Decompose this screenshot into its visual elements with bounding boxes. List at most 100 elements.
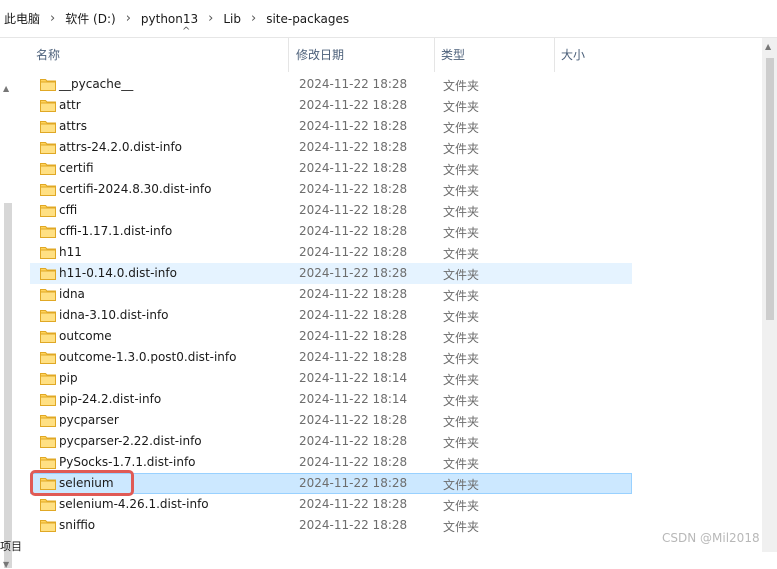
file-modified-date: 2024-11-22 18:14 <box>299 371 408 385</box>
folder-icon <box>40 226 56 238</box>
file-type: 文件夹 <box>443 436 480 450</box>
list-item[interactable]: attr 2024-11-22 18:28 文件夹 <box>30 95 632 116</box>
list-item[interactable]: certifi-2024.8.30.dist-info 2024-11-22 18… <box>30 179 632 200</box>
vertical-scrollbar[interactable]: ▲ <box>762 38 777 552</box>
file-type: 文件夹 <box>443 331 480 345</box>
file-type: 文件夹 <box>443 163 480 177</box>
scroll-down-icon[interactable]: ▼ <box>3 560 9 569</box>
file-name: outcome <box>59 329 112 343</box>
column-header-row: ^ 名称 修改日期 类型 大小 <box>30 26 752 72</box>
list-item[interactable]: attrs 2024-11-22 18:28 文件夹 <box>30 116 632 137</box>
list-item[interactable]: pip 2024-11-22 18:14 文件夹 <box>30 368 632 389</box>
vertical-scroll-thumb[interactable] <box>766 58 774 320</box>
file-type: 文件夹 <box>443 394 480 408</box>
file-name: pip <box>59 371 78 385</box>
file-type: 文件夹 <box>443 310 480 324</box>
file-modified-date: 2024-11-22 18:28 <box>299 119 408 133</box>
list-item[interactable]: h11 2024-11-22 18:28 文件夹 <box>30 242 632 263</box>
file-modified-date: 2024-11-22 18:28 <box>299 77 408 91</box>
file-name: outcome-1.3.0.post0.dist-info <box>59 350 237 364</box>
file-type: 文件夹 <box>443 415 480 429</box>
column-header-name[interactable]: 名称 <box>30 38 289 72</box>
list-item[interactable]: PySocks-1.7.1.dist-info 2024-11-22 18:28 文… <box>30 452 632 473</box>
folder-icon <box>40 247 56 259</box>
file-name: cffi-1.17.1.dist-info <box>59 224 173 238</box>
folder-icon <box>40 184 56 196</box>
file-modified-date: 2024-11-22 18:28 <box>299 224 408 238</box>
list-item[interactable]: pycparser-2.22.dist-info 2024-11-22 18:28… <box>30 431 632 452</box>
navigation-pane-scroll-thumb[interactable] <box>4 203 12 568</box>
file-name: h11 <box>59 245 82 259</box>
file-name: __pycache__ <box>59 77 134 91</box>
file-type: 文件夹 <box>443 289 480 303</box>
breadcrumb-item-python13[interactable]: python13 <box>141 12 198 26</box>
file-modified-date: 2024-11-22 18:28 <box>299 329 408 343</box>
breadcrumb-item-site-packages[interactable]: site-packages <box>266 12 349 26</box>
file-modified-date: 2024-11-22 18:28 <box>299 182 408 196</box>
folder-icon <box>40 268 56 280</box>
list-item[interactable]: outcome-1.3.0.post0.dist-info 2024-11-22 … <box>30 347 632 368</box>
breadcrumb-chevron-icon[interactable]: › <box>50 11 55 26</box>
folder-icon <box>40 415 56 427</box>
breadcrumb-item-lib[interactable]: Lib <box>223 12 241 26</box>
file-type: 文件夹 <box>443 352 480 366</box>
folder-icon <box>40 457 56 469</box>
file-name: selenium <box>59 476 114 490</box>
folder-icon <box>40 79 56 91</box>
list-item[interactable]: selenium 2024-11-22 18:28 文件夹 <box>30 473 632 494</box>
file-type: 文件夹 <box>443 520 480 534</box>
list-item[interactable]: selenium-4.26.1.dist-info 2024-11-22 18:2… <box>30 494 632 515</box>
folder-icon <box>40 373 56 385</box>
file-name: h11-0.14.0.dist-info <box>59 266 177 280</box>
folder-icon <box>40 436 56 448</box>
folder-icon <box>40 499 56 511</box>
list-item[interactable]: idna-3.10.dist-info 2024-11-22 18:28 文件夹 <box>30 305 632 326</box>
list-item[interactable]: certifi 2024-11-22 18:28 文件夹 <box>30 158 632 179</box>
breadcrumb-chevron-icon[interactable]: › <box>208 11 213 26</box>
column-header-modified[interactable]: 修改日期 <box>290 38 435 72</box>
column-header-type[interactable]: 类型 <box>435 38 555 72</box>
folder-icon <box>40 520 56 532</box>
list-item[interactable]: pip-24.2.dist-info 2024-11-22 18:14 文件夹 <box>30 389 632 410</box>
list-item[interactable]: pycparser 2024-11-22 18:28 文件夹 <box>30 410 632 431</box>
scroll-up-icon[interactable]: ▲ <box>765 42 771 51</box>
list-item[interactable]: cffi-1.17.1.dist-info 2024-11-22 18:28 文件夹 <box>30 221 632 242</box>
file-modified-date: 2024-11-22 18:28 <box>299 497 408 511</box>
breadcrumb-chevron-icon[interactable]: › <box>126 11 131 26</box>
file-modified-date: 2024-11-22 18:28 <box>299 434 408 448</box>
file-name: pycparser <box>59 413 119 427</box>
file-type: 文件夹 <box>443 100 480 114</box>
column-header-size[interactable]: 大小 <box>555 38 655 72</box>
breadcrumb-chevron-icon[interactable]: › <box>251 11 256 26</box>
file-modified-date: 2024-11-22 18:28 <box>299 161 408 175</box>
list-item[interactable]: outcome 2024-11-22 18:28 文件夹 <box>30 326 632 347</box>
list-item[interactable]: cffi 2024-11-22 18:28 文件夹 <box>30 200 632 221</box>
list-item[interactable]: __pycache__ 2024-11-22 18:28 文件夹 <box>30 74 632 95</box>
scroll-up-icon[interactable]: ▲ <box>3 84 9 93</box>
list-item[interactable]: idna 2024-11-22 18:28 文件夹 <box>30 284 632 305</box>
file-type: 文件夹 <box>443 205 480 219</box>
folder-icon <box>40 478 56 490</box>
file-name: idna <box>59 287 85 301</box>
breadcrumb-item-drive-d[interactable]: 软件 (D:) <box>65 10 115 27</box>
file-modified-date: 2024-11-22 18:28 <box>299 245 408 259</box>
list-item[interactable]: h11-0.14.0.dist-info 2024-11-22 18:28 文件夹 <box>30 263 632 284</box>
folder-icon <box>40 205 56 217</box>
folder-icon <box>40 394 56 406</box>
file-name: attrs <box>59 119 87 133</box>
folder-icon <box>40 289 56 301</box>
file-name: pip-24.2.dist-info <box>59 392 162 406</box>
file-name: sniffio <box>59 518 96 532</box>
list-item[interactable]: sniffio 2024-11-22 18:28 文件夹 <box>30 515 632 536</box>
address-bar[interactable]: 此电脑 › 软件 (D:) › python13 › Lib › site-pa… <box>0 0 777 38</box>
file-type: 文件夹 <box>443 226 480 240</box>
breadcrumb-item-this-pc[interactable]: 此电脑 <box>4 10 40 27</box>
file-modified-date: 2024-11-22 18:28 <box>299 140 408 154</box>
navigation-pane-scrollbar[interactable]: ▲ ▼ <box>0 38 15 569</box>
list-item[interactable]: attrs-24.2.0.dist-info 2024-11-22 18:28 文件… <box>30 137 632 158</box>
folder-icon <box>40 121 56 133</box>
file-modified-date: 2024-11-22 18:28 <box>299 350 408 364</box>
file-name: certifi-2024.8.30.dist-info <box>59 182 212 196</box>
folder-icon <box>40 310 56 322</box>
folder-icon <box>40 100 56 112</box>
